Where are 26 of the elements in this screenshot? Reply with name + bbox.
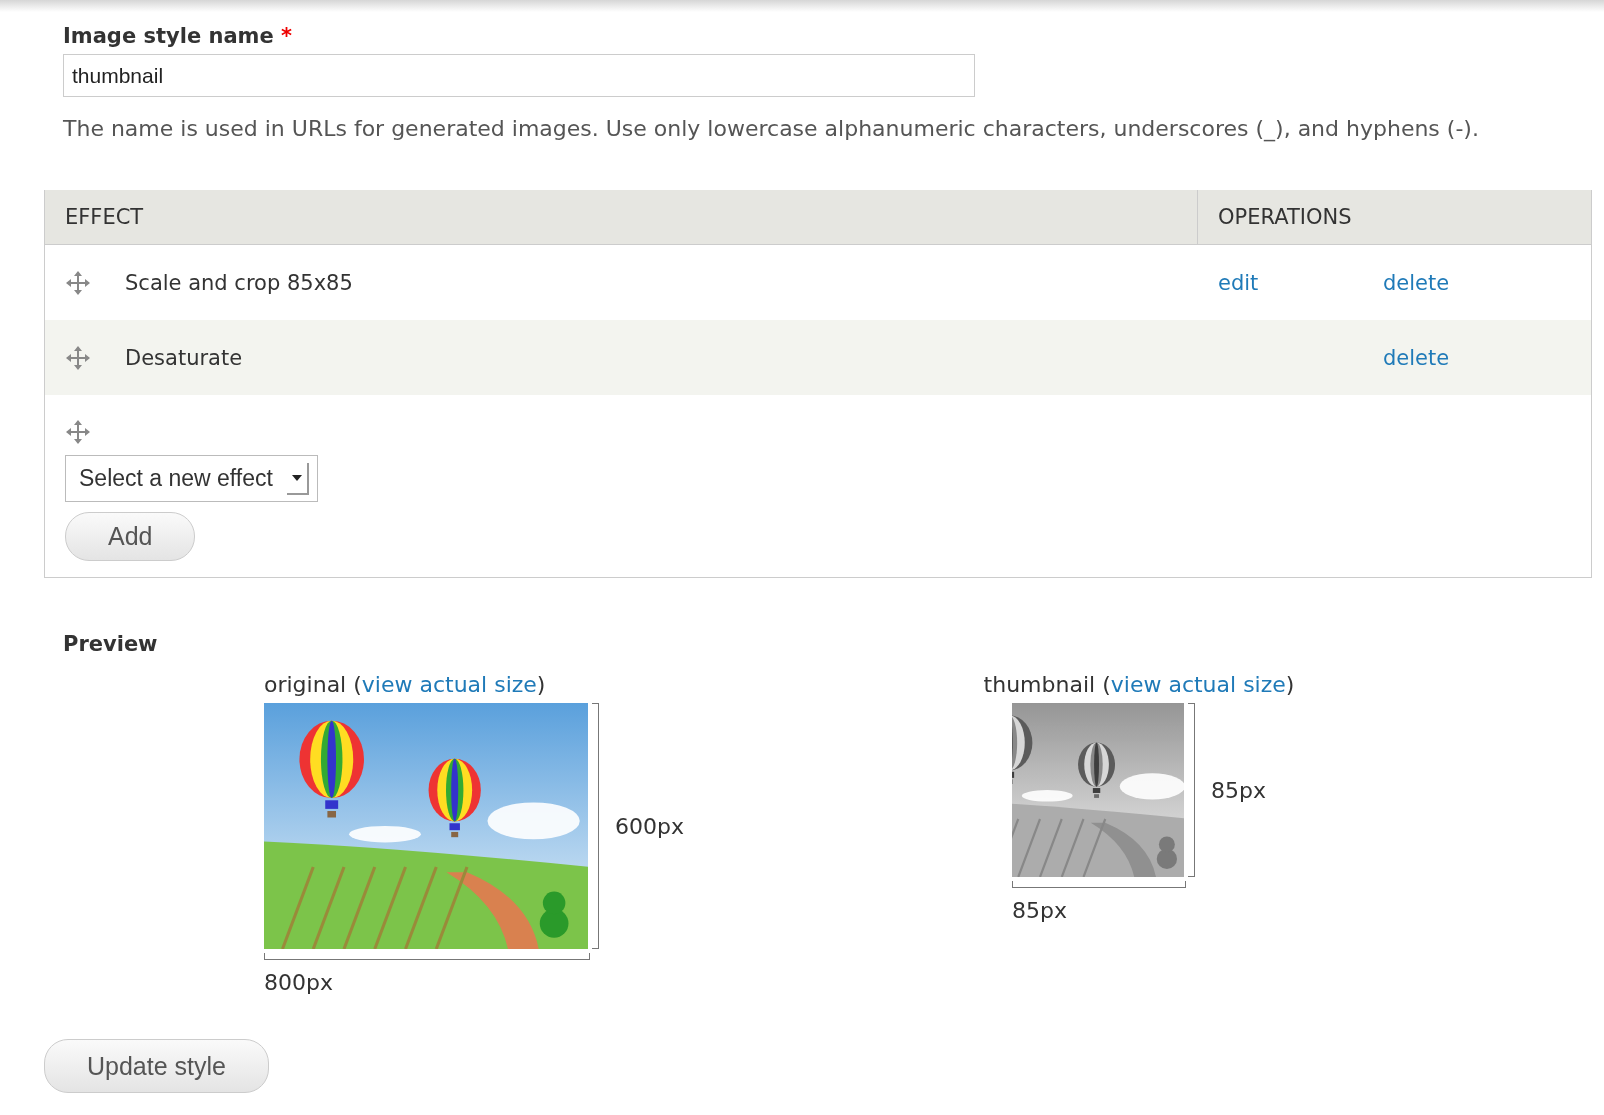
preview-caption: thumbnail (view actual size) [983, 672, 1295, 697]
edit-link[interactable]: edit [1198, 270, 1259, 295]
update-style-button[interactable]: Update style [44, 1039, 269, 1093]
view-actual-size-link[interactable]: view actual size [1110, 672, 1286, 697]
preview-heading: Preview [63, 632, 159, 656]
delete-link[interactable]: delete [1363, 270, 1450, 295]
add-button[interactable]: Add [65, 512, 196, 561]
width-label: 85px [1012, 898, 1068, 923]
width-label: 800px [264, 970, 334, 995]
dropdown-arrow-icon [291, 474, 302, 481]
delete-link[interactable]: delete [1363, 345, 1450, 370]
column-header: OPERATIONS [1217, 204, 1353, 231]
preview-caption: original (view actual size) [264, 672, 546, 697]
height-label: 85px [1211, 777, 1266, 803]
effect-select[interactable]: Select a new effect [65, 455, 318, 502]
view-actual-size-link[interactable]: view actual size [361, 672, 537, 697]
field-description: The name is used in URLs for generated images. Use only lowercase alphanumeric characters, underscores (_), and hyphens (-). [63, 115, 1480, 144]
column-header: EFFECT [45, 190, 1198, 244]
effect-name: Desaturate [125, 345, 243, 370]
drag-handle-icon[interactable] [65, 269, 91, 296]
effect-name: Scale and crop 85x85 [125, 270, 353, 295]
field-label: Image style name * [63, 24, 293, 48]
height-label: 600px [615, 813, 684, 839]
name-input[interactable]: thumbnail [63, 54, 975, 97]
drag-handle-icon[interactable] [65, 419, 91, 445]
drag-handle-icon[interactable] [65, 344, 91, 371]
